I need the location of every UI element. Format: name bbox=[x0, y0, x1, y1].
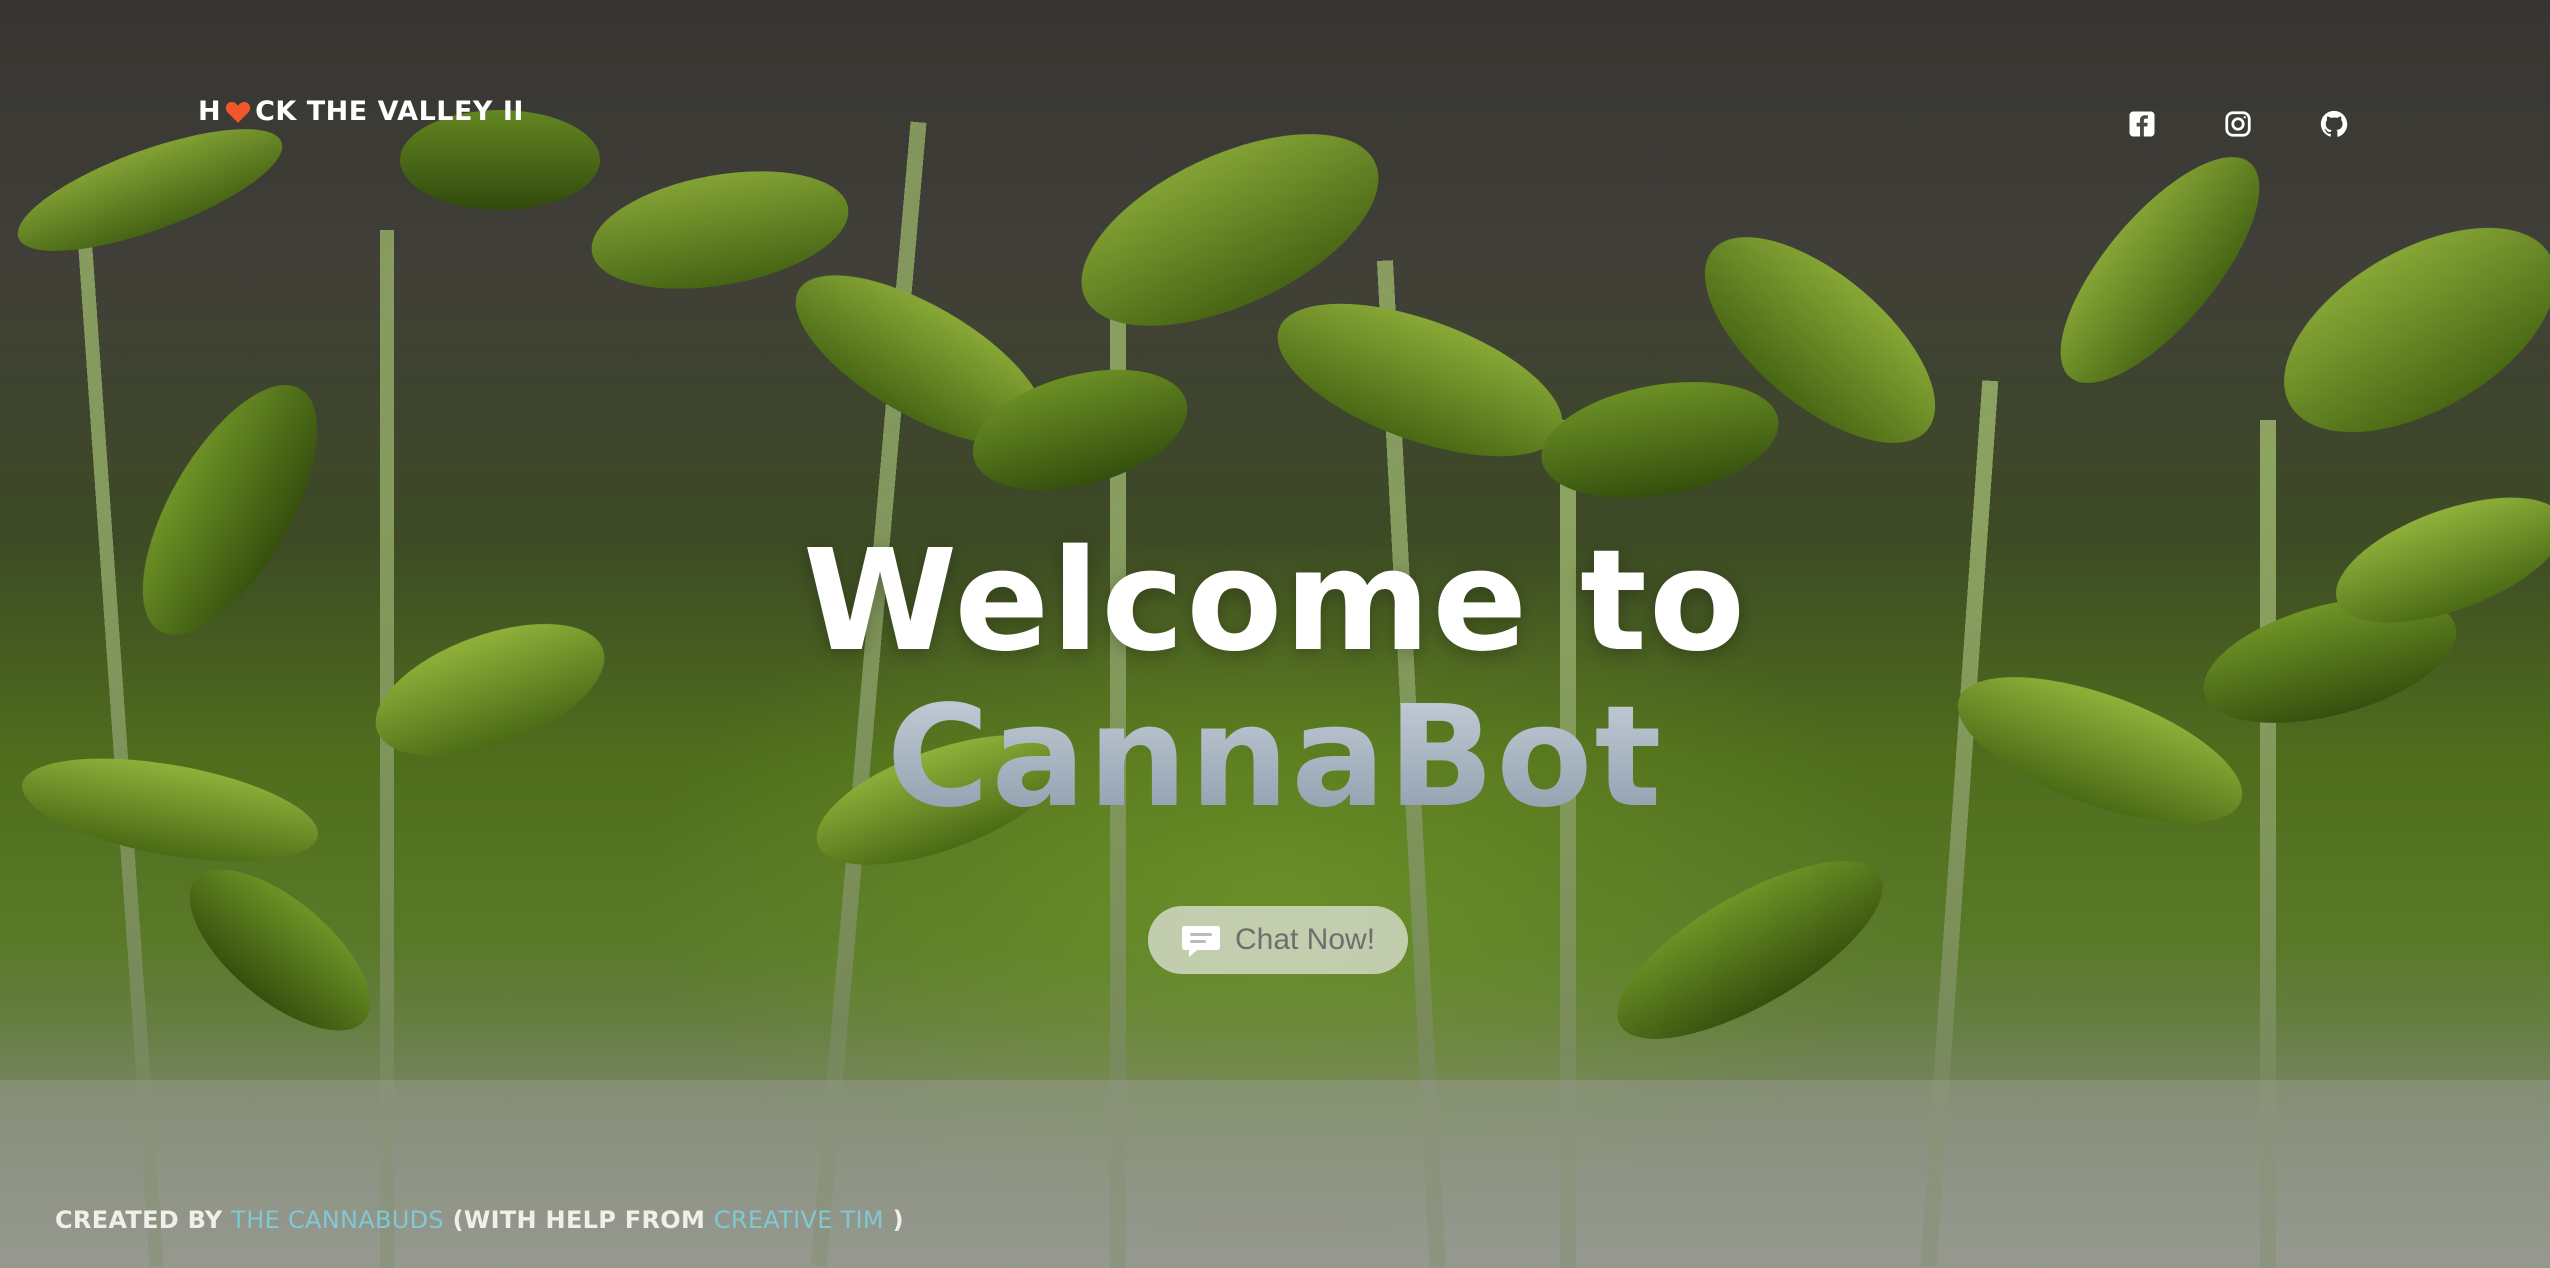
footer-close-paren: ) bbox=[892, 1206, 904, 1234]
footer-with-help: (WITH HELP FROM bbox=[452, 1206, 706, 1234]
chat-bubble-icon bbox=[1181, 926, 1220, 957]
hero-title-line2: CannaBot bbox=[0, 676, 2550, 839]
chat-now-label: Chat Now! bbox=[1234, 923, 1376, 956]
brand-logo[interactable]: H CK THE VALLEY II bbox=[198, 96, 524, 127]
brand-prefix: H bbox=[198, 96, 222, 127]
footer-help-link[interactable]: CREATIVE TIM bbox=[714, 1206, 884, 1234]
heart-icon bbox=[225, 101, 251, 123]
footer-created-by: CREATED BY bbox=[55, 1206, 223, 1234]
brand-suffix: CK THE VALLEY II bbox=[255, 96, 524, 127]
instagram-icon[interactable] bbox=[2218, 104, 2258, 144]
hero-title-line1: Welcome to bbox=[802, 520, 1748, 683]
chat-now-button[interactable]: Chat Now! bbox=[1148, 906, 1408, 974]
navbar: H CK THE VALLEY II bbox=[0, 0, 2550, 240]
facebook-icon[interactable] bbox=[2122, 104, 2162, 144]
footer-credits: CREATED BY THE CANNABUDS (WITH HELP FROM… bbox=[55, 1206, 904, 1234]
footer-team-link[interactable]: THE CANNABUDS bbox=[231, 1206, 444, 1234]
github-icon[interactable] bbox=[2314, 104, 2354, 144]
